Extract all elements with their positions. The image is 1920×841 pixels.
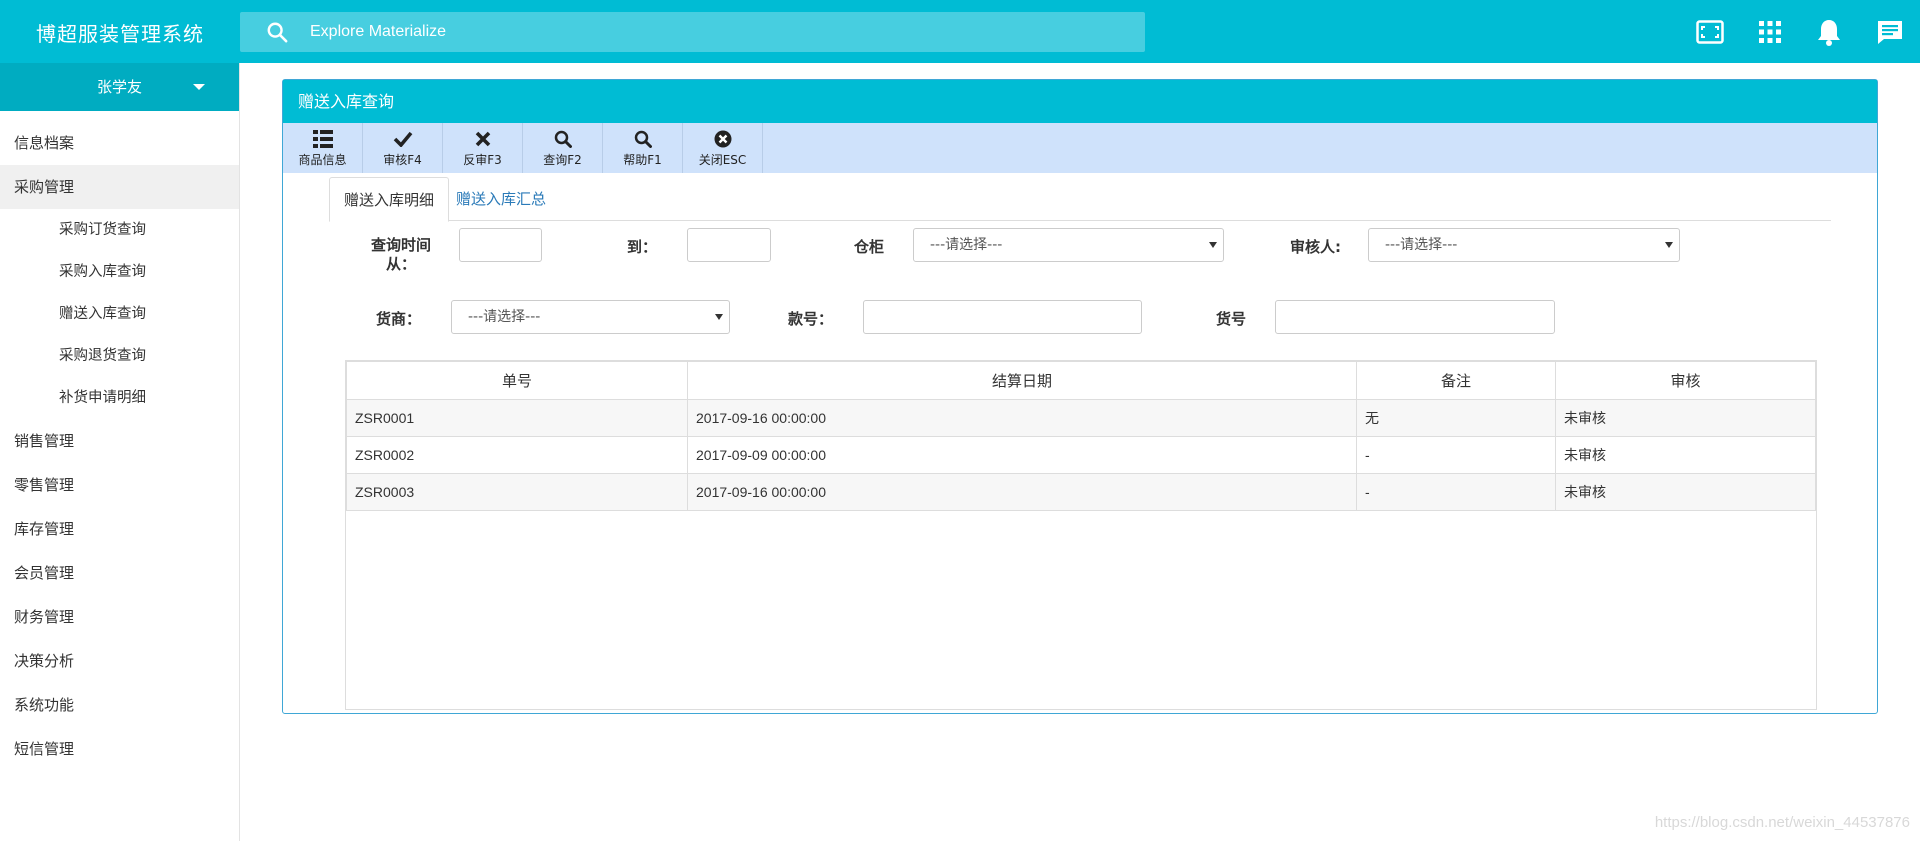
supplier-select-value: ---请选择--- — [468, 309, 541, 325]
sidebar-item-purchase-management[interactable]: 采购管理 — [0, 165, 239, 209]
search-input[interactable] — [310, 12, 1130, 52]
tab-gift-inbound-detail[interactable]: 赠送入库明细 — [329, 177, 450, 222]
sidebar-item-decision-analysis[interactable]: 决策分析 — [0, 639, 239, 683]
sidebar-item-sms-management[interactable]: 短信管理 — [0, 727, 239, 771]
cell-settlement-date: 2017-09-09 00:00:00 — [687, 436, 1357, 474]
date-from-label-line2: 从： — [386, 255, 417, 273]
warehouse-label: 仓柜 — [854, 238, 885, 256]
audit-button[interactable]: 审核F4 — [363, 123, 443, 173]
app-title: 博超服装管理系统 — [36, 22, 204, 46]
style-no-input[interactable] — [863, 300, 1142, 334]
cell-remark: - — [1356, 473, 1556, 511]
top-navbar: 博超服装管理系统 — [0, 0, 1920, 63]
cell-settlement-date: 2017-09-16 00:00:00 — [687, 399, 1357, 437]
auditor-select-value: ---请选择--- — [1385, 237, 1458, 253]
date-to-label: 到： — [627, 238, 658, 256]
column-header-order-no[interactable]: 单号 — [346, 361, 688, 400]
close-icon — [475, 128, 491, 150]
toolbar: 商品信息 审核F4 反审F3 查询F2 帮助F1 关闭ESC — [283, 123, 1877, 173]
auditor-label: 审核人: — [1290, 238, 1341, 256]
cell-remark: - — [1356, 436, 1556, 474]
sidebar-item-system-functions[interactable]: 系统功能 — [0, 683, 239, 727]
product-info-button[interactable]: 商品信息 — [283, 123, 363, 173]
sidebar-menu: 信息档案 采购管理 采购订货查询 采购入库查询 赠送入库查询 采购退货查询 补货… — [0, 111, 239, 771]
sidebar-item-sales-management[interactable]: 销售管理 — [0, 419, 239, 463]
sidebar-item-purchase-order-query[interactable]: 采购订货查询 — [0, 209, 239, 251]
query-button[interactable]: 查询F2 — [523, 123, 603, 173]
search-icon — [554, 128, 572, 150]
query-label: 查询F2 — [543, 153, 582, 167]
cell-order-no: ZSR0001 — [346, 399, 688, 437]
sidebar-item-retail-management[interactable]: 零售管理 — [0, 463, 239, 507]
cell-settlement-date: 2017-09-16 00:00:00 — [687, 473, 1357, 511]
tab-gift-inbound-summary[interactable]: 赠送入库汇总 — [442, 177, 560, 221]
column-header-settlement-date[interactable]: 结算日期 — [687, 361, 1357, 400]
cell-audit-status: 未审核 — [1555, 473, 1816, 511]
style-no-label: 款号： — [788, 310, 834, 328]
search-icon[interactable] — [266, 21, 288, 47]
sidebar-item-member-management[interactable]: 会员管理 — [0, 551, 239, 595]
date-from-label: 查询时间 从： — [371, 236, 431, 274]
sidebar: 张学友 信息档案 采购管理 采购订货查询 采购入库查询 赠送入库查询 采购退货查… — [0, 63, 240, 841]
date-to-input[interactable] — [687, 228, 771, 262]
panel-title: 赠送入库查询 — [283, 80, 1877, 123]
date-from-label-line1: 查询时间 — [371, 236, 432, 254]
table-header-row: 单号 结算日期 备注 审核 — [346, 361, 1816, 400]
help-label: 帮助F1 — [623, 153, 662, 167]
tab-bar: 赠送入库明细 赠送入库汇总 — [329, 177, 1831, 222]
column-header-remark[interactable]: 备注 — [1356, 361, 1556, 400]
sidebar-item-finance-management[interactable]: 财务管理 — [0, 595, 239, 639]
product-info-label: 商品信息 — [298, 153, 347, 167]
sidebar-item-purchase-inbound-query[interactable]: 采购入库查询 — [0, 251, 239, 293]
cell-remark: 无 — [1356, 399, 1556, 437]
warehouse-select[interactable]: ---请选择--- — [913, 228, 1224, 262]
caret-down-icon[interactable] — [193, 84, 205, 90]
column-header-audit[interactable]: 审核 — [1555, 361, 1816, 400]
table-row[interactable]: ZSR0003 2017-09-16 00:00:00 - 未审核 — [346, 473, 1816, 511]
table-row[interactable]: ZSR0002 2017-09-09 00:00:00 - 未审核 — [346, 436, 1816, 474]
cell-audit-status: 未审核 — [1555, 399, 1816, 437]
search-icon — [634, 128, 652, 150]
fullscreen-icon[interactable] — [1695, 17, 1725, 47]
table-row[interactable]: ZSR0001 2017-09-16 00:00:00 无 未审核 — [346, 399, 1816, 437]
list-icon — [312, 128, 333, 150]
watermark: https://blog.csdn.net/weixin_44537876 — [1654, 814, 1910, 831]
unaudit-label: 反审F3 — [463, 153, 502, 167]
cell-audit-status: 未审核 — [1555, 436, 1816, 474]
close-circle-icon — [714, 128, 732, 150]
date-from-input[interactable] — [459, 228, 542, 262]
supplier-label: 货商： — [376, 310, 422, 328]
notifications-icon[interactable] — [1814, 17, 1844, 47]
warehouse-select-value: ---请选择--- — [930, 237, 1003, 253]
auditor-select[interactable]: ---请选择--- — [1368, 228, 1680, 262]
chat-icon[interactable] — [1875, 17, 1905, 47]
user-name: 张学友 — [96, 78, 142, 96]
supplier-select[interactable]: ---请选择--- — [451, 300, 730, 334]
sidebar-item-replenishment-detail[interactable]: 补货申请明细 — [0, 377, 239, 419]
sidebar-item-purchase-return-query[interactable]: 采购退货查询 — [0, 335, 239, 377]
help-button[interactable]: 帮助F1 — [603, 123, 683, 173]
cell-order-no: ZSR0003 — [346, 473, 688, 511]
item-no-input[interactable] — [1275, 300, 1555, 334]
user-dropdown[interactable]: 张学友 — [0, 63, 239, 111]
check-icon — [393, 128, 413, 150]
close-button[interactable]: 关闭ESC — [683, 123, 763, 173]
sidebar-item-inventory-management[interactable]: 库存管理 — [0, 507, 239, 551]
item-no-label: 货号 — [1216, 310, 1247, 328]
gift-inbound-table: 单号 结算日期 备注 审核 ZSR0001 2017-09-16 00:00:0… — [345, 360, 1817, 710]
gift-inbound-query-panel: 赠送入库查询 商品信息 审核F4 反审F3 查询F2 帮助F1 关闭ESC 赠送… — [282, 79, 1878, 714]
apps-grid-icon[interactable] — [1755, 17, 1785, 47]
sidebar-item-info-archive[interactable]: 信息档案 — [0, 121, 239, 165]
audit-label: 审核F4 — [383, 153, 422, 167]
chevron-down-icon — [1665, 242, 1673, 248]
close-label: 关闭ESC — [698, 153, 747, 167]
search-bar[interactable] — [240, 12, 1145, 52]
sidebar-item-gift-inbound-query[interactable]: 赠送入库查询 — [0, 293, 239, 335]
cell-order-no: ZSR0002 — [346, 436, 688, 474]
chevron-down-icon — [715, 314, 723, 320]
chevron-down-icon — [1209, 242, 1217, 248]
unaudit-button[interactable]: 反审F3 — [443, 123, 523, 173]
